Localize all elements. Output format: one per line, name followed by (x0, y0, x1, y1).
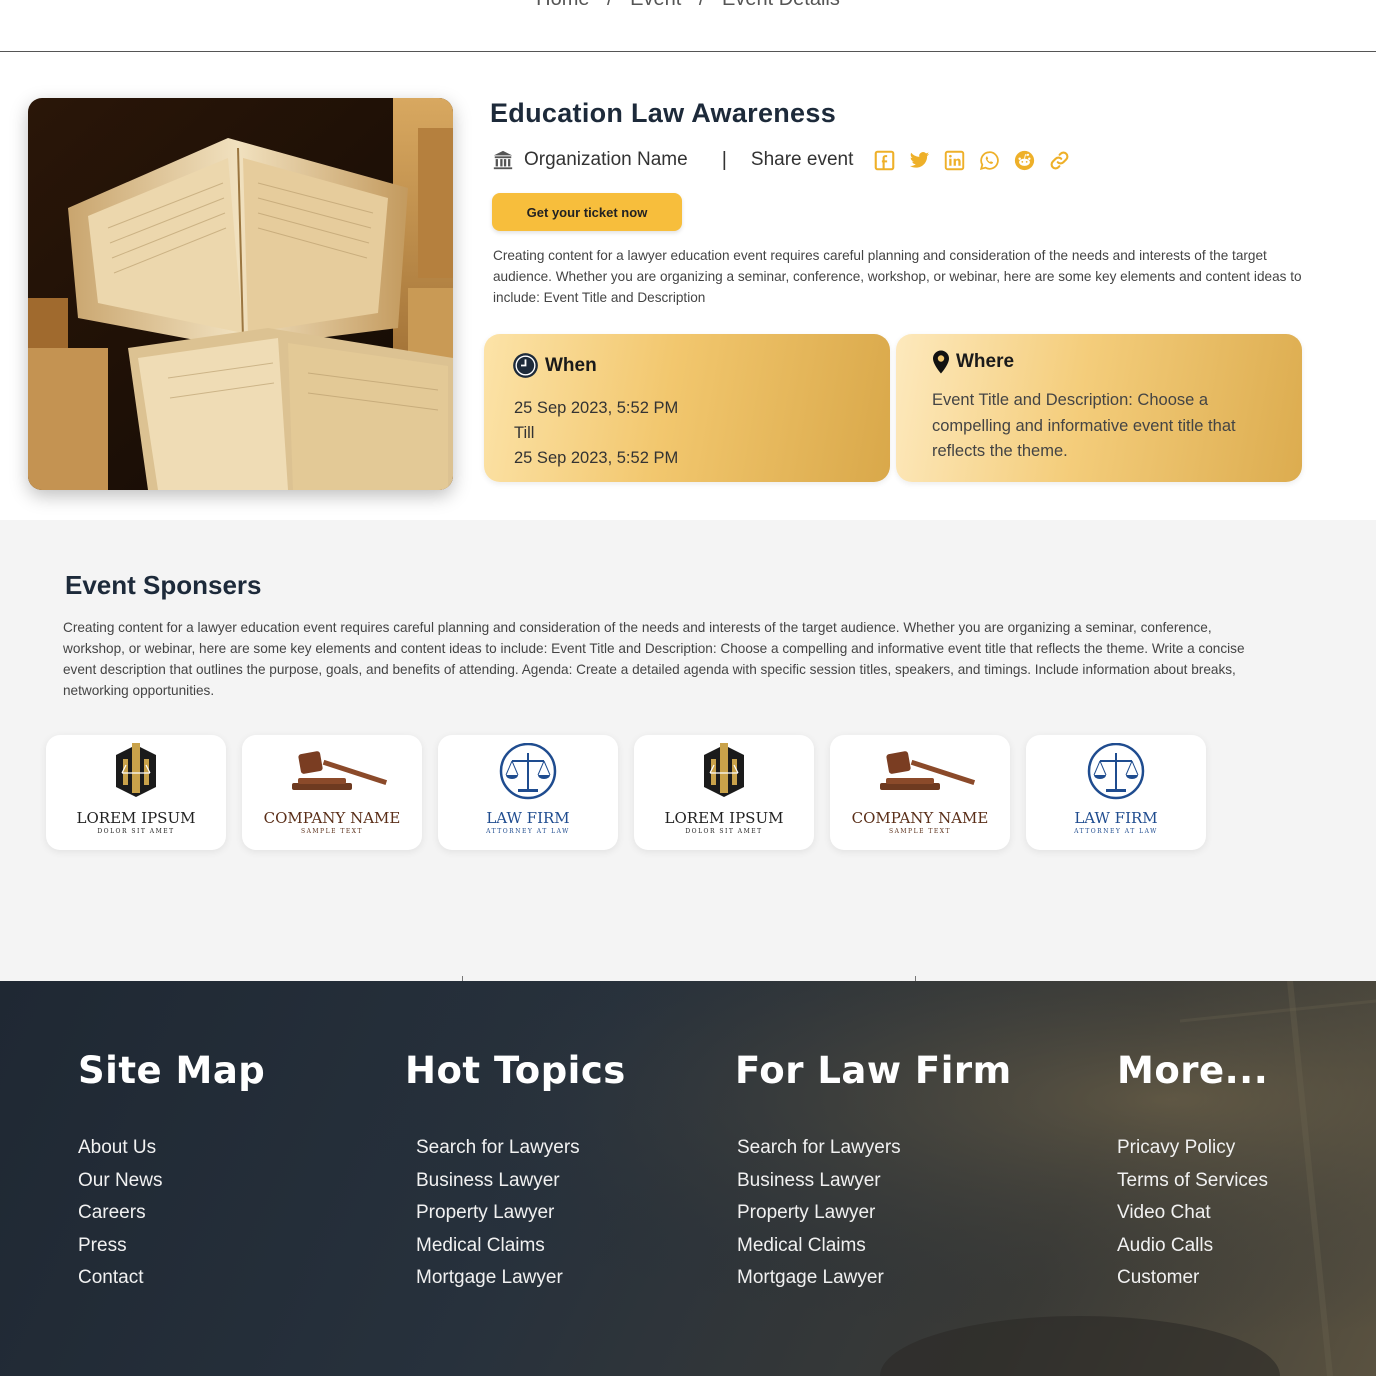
footer-links: Search for Lawyers Business Lawyer Prope… (735, 1132, 1012, 1295)
footer-col-for-law-firm: For Law Firm Search for Lawyers Business… (735, 1049, 1012, 1295)
footer-col-site-map: Site Map About Us Our News Careers Press… (78, 1049, 265, 1295)
event-image (28, 98, 453, 490)
link-icon[interactable] (1049, 150, 1070, 171)
footer-link-about-us[interactable]: About Us (78, 1132, 265, 1165)
sponsor-logo-card[interactable]: COMPANY NAME SAMPLE TEXT (242, 735, 422, 850)
linkedin-icon[interactable] (944, 150, 965, 171)
footer-link-customer[interactable]: Customer (1117, 1262, 1268, 1295)
footer-link-property-lawyer[interactable]: Property Lawyer (416, 1197, 626, 1230)
footer-link-medical-claims[interactable]: Medical Claims (737, 1230, 1012, 1263)
footer-link-property-lawyer[interactable]: Property Lawyer (737, 1197, 1012, 1230)
footer-links: Pricavy Policy Terms of Services Video C… (1117, 1132, 1268, 1295)
footer-link-business-lawyer[interactable]: Business Lawyer (416, 1165, 626, 1198)
sponsor-logo-name: COMPANY NAME (852, 809, 989, 827)
event-description: Creating content for a lawyer education … (493, 248, 1302, 305)
sponsor-logo-gavel-icon: COMPANY NAMESAMPLE TEXT (852, 750, 989, 835)
sponsors-title: Event Sponsers (65, 570, 262, 600)
footer-links: About Us Our News Careers Press Contact (78, 1132, 265, 1295)
footer-heading: For Law Firm (735, 1049, 1012, 1092)
event-hero: Education Law Awareness Organization Nam… (0, 52, 1376, 520)
footer-heading: More... (1117, 1049, 1269, 1092)
footer-link-press[interactable]: Press (78, 1230, 265, 1263)
footer-link-careers[interactable]: Careers (78, 1197, 265, 1230)
footer-link-terms-of-services[interactable]: Terms of Services (1117, 1165, 1268, 1198)
footer-link-video-chat[interactable]: Video Chat (1117, 1197, 1268, 1230)
breadcrumb: Home / Event / Event Details (0, 0, 1376, 11)
whatsapp-icon[interactable] (979, 150, 1000, 171)
footer-link-business-lawyer[interactable]: Business Lawyer (737, 1165, 1012, 1198)
site-footer: Site Map About Us Our News Careers Press… (0, 981, 1376, 1376)
when-till: Till (514, 424, 535, 442)
when-card: When 25 Sep 2023, 5:52 PM Till 25 Sep 20… (484, 334, 890, 482)
breadcrumb-separator: / (607, 0, 613, 10)
sponsor-logos: LOREM IPSUM DOLOR SIT AMET COMPANY NAME SAM… (46, 735, 1222, 850)
where-text: Event Title and Description: Choose a co… (932, 391, 1236, 460)
footer-heading: Site Map (78, 1049, 266, 1092)
sponsor-logo-card[interactable]: LOREM IPSUM DOLOR SIT AMET (634, 735, 814, 850)
share-label: Share event (750, 149, 854, 170)
breadcrumb-home[interactable]: Home (536, 0, 589, 10)
footer-link-search-lawyers[interactable]: Search for Lawyers (737, 1132, 1012, 1165)
footer-link-contact[interactable]: Contact (78, 1262, 265, 1295)
breadcrumb-bar: Home / Event / Event Details (0, 0, 1376, 52)
facebook-icon[interactable] (874, 150, 895, 171)
institution-icon (493, 150, 513, 170)
where-card: Where Event Title and Description: Choos… (896, 334, 1302, 482)
sponsor-logo-card[interactable]: LOREM IPSUM DOLOR SIT AMET (46, 735, 226, 850)
twitter-icon[interactable] (909, 150, 930, 171)
sponsors-description: Creating content for a lawyer education … (63, 620, 1245, 698)
sponsor-logo-tagline: ATTORNEY AT LAW (1073, 828, 1158, 835)
sponsor-logo-tagline: SAMPLE TEXT (301, 828, 363, 835)
breadcrumb-separator: / (699, 0, 705, 10)
footer-link-audio-calls[interactable]: Audio Calls (1117, 1230, 1268, 1263)
sponsor-logo-tagline: DOLOR SIT AMET (97, 828, 174, 835)
when-start: 25 Sep 2023, 5:52 PM (514, 399, 679, 417)
sponsor-logo-scales-icon: LAW FIRMATTORNEY AT LAW (1073, 742, 1158, 835)
when-end: 25 Sep 2023, 5:52 PM (514, 449, 679, 467)
breadcrumb-event[interactable]: Event (630, 0, 681, 10)
map-pin-icon (933, 350, 949, 374)
meta-separator: | (721, 148, 727, 171)
when-heading-label: When (545, 354, 597, 376)
sponsor-logo-gavel-icon: COMPANY NAMESAMPLE TEXT (264, 750, 401, 835)
footer-link-privacy-policy[interactable]: Pricavy Policy (1117, 1132, 1268, 1165)
reddit-icon[interactable] (1014, 150, 1035, 171)
breadcrumb-current: Event Details (722, 0, 840, 10)
sponsor-logo-name: COMPANY NAME (264, 809, 401, 827)
event-meta-row: Organization Name | Share event (492, 146, 1077, 174)
footer-link-mortgage-lawyer[interactable]: Mortgage Lawyer (416, 1262, 626, 1295)
sponsor-logo-tagline: ATTORNEY AT LAW (485, 828, 570, 835)
sponsor-logo-card[interactable]: COMPANY NAME SAMPLE TEXT (830, 735, 1010, 850)
organization-name[interactable]: Organization Name (524, 149, 688, 171)
sponsors-section: Event Sponsers Creating content for a la… (0, 520, 1376, 981)
sponsor-logo-name: LOREM IPSUM (77, 809, 196, 827)
sponsor-logo-tagline: SAMPLE TEXT (889, 828, 951, 835)
sponsor-logo-name: LOREM IPSUM (665, 809, 784, 827)
footer-link-our-news[interactable]: Our News (78, 1165, 265, 1198)
clock-icon (513, 353, 538, 378)
where-heading-label: Where (956, 351, 1015, 372)
when-dates: 25 Sep 2023, 5:52 PM Till 25 Sep 2023, 5… (514, 396, 678, 471)
footer-links: Search for Lawyers Business Lawyer Prope… (405, 1132, 626, 1295)
sponsor-logo-name: LAW FIRM (1074, 809, 1157, 827)
event-title: Education Law Awareness (490, 98, 837, 128)
footer-col-hot-topics: Hot Topics Search for Lawyers Business L… (405, 1049, 626, 1295)
sponsor-logo-name: LAW FIRM (486, 809, 569, 827)
footer-link-search-lawyers[interactable]: Search for Lawyers (416, 1132, 626, 1165)
footer-link-medical-claims[interactable]: Medical Claims (416, 1230, 626, 1263)
sponsor-logo-scales-icon: LAW FIRMATTORNEY AT LAW (485, 742, 570, 835)
sponsor-logo-card[interactable]: LAW FIRM ATTORNEY AT LAW (438, 735, 618, 850)
sponsor-logo-tower-icon: LOREM IPSUMDOLOR SIT AMET (665, 742, 784, 835)
footer-col-more: More... Pricavy Policy Terms of Services… (1117, 1049, 1268, 1295)
get-ticket-button[interactable]: Get your ticket now (492, 193, 682, 231)
where-heading: Where (932, 350, 1014, 374)
footer-link-mortgage-lawyer[interactable]: Mortgage Lawyer (737, 1262, 1012, 1295)
sponsor-logo-card[interactable]: LAW FIRM ATTORNEY AT LAW (1026, 735, 1206, 850)
when-heading: When (512, 352, 597, 379)
sponsor-logo-tagline: DOLOR SIT AMET (685, 828, 762, 835)
sponsor-logo-tower-icon: LOREM IPSUMDOLOR SIT AMET (77, 742, 196, 835)
footer-heading: Hot Topics (405, 1049, 626, 1092)
